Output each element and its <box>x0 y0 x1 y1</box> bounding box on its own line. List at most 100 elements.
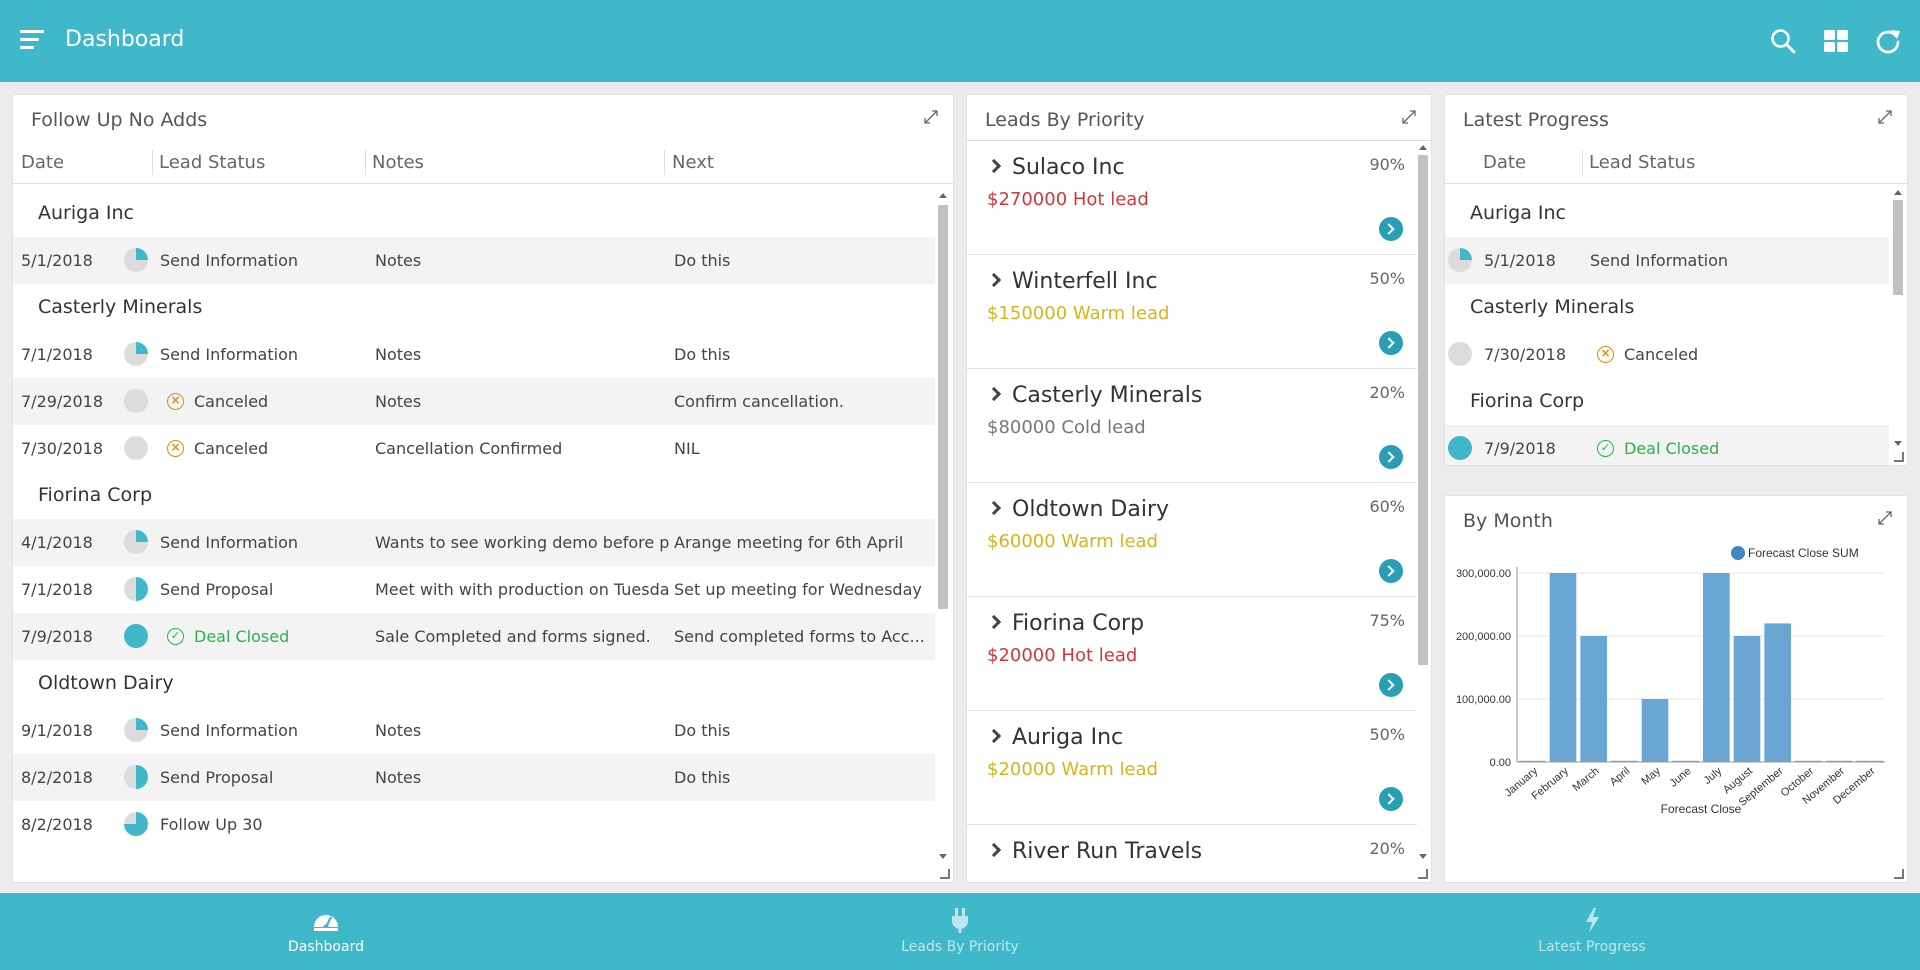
scroll-up-arrow[interactable] <box>1894 190 1902 195</box>
scrollbar[interactable] <box>1416 141 1430 864</box>
nav-tab-dashboard[interactable]: Dashboard <box>6 893 646 970</box>
table-row[interactable]: 7/9/2018 ✓ Deal Closed <box>1445 425 1889 465</box>
column-header-lead-status[interactable]: Lead Status <box>1589 152 1695 173</box>
scroll-down-arrow[interactable] <box>1894 441 1902 446</box>
lead-card[interactable]: Fiorina Corp 75% $20000 Hot lead <box>967 597 1417 711</box>
scrollbar-thumb[interactable] <box>1893 200 1903 295</box>
arrow-circle-right-icon[interactable] <box>1379 559 1403 583</box>
arrow-circle-right-icon[interactable] <box>1379 445 1403 469</box>
group-name: Oldtown Dairy <box>38 672 174 694</box>
chevron-right-icon[interactable] <box>986 500 1002 516</box>
lead-name: Casterly Minerals <box>1012 383 1203 408</box>
table-row[interactable]: 5/1/2018 Send Information Notes Do this <box>13 237 935 284</box>
x-tick-label: March <box>1570 765 1601 794</box>
panel-title: Follow Up No Adds <box>31 109 208 131</box>
date-cell: 5/1/2018 <box>21 251 93 270</box>
column-header-date[interactable]: Date <box>21 152 64 173</box>
chevron-right-icon[interactable] <box>986 614 1002 630</box>
table-row[interactable]: 5/1/2018 Send Information <box>1445 237 1889 284</box>
x-tick-label: May <box>1639 765 1663 788</box>
lead-percent: 20% <box>1369 383 1405 402</box>
column-header-notes[interactable]: Notes <box>372 152 424 173</box>
chevron-right-icon[interactable] <box>986 158 1002 174</box>
lead-percent: 75% <box>1369 611 1405 630</box>
bar-january <box>1519 760 1546 762</box>
date-cell: 7/9/2018 <box>1484 439 1556 458</box>
table-row[interactable]: 7/1/2018 Send Information Notes Do this <box>13 331 935 378</box>
scrollbar[interactable] <box>936 189 950 864</box>
nav-tab-latest-progress[interactable]: Latest Progress <box>1272 893 1912 970</box>
chevron-right-icon[interactable] <box>986 728 1002 744</box>
resize-handle[interactable] <box>1418 869 1428 879</box>
lead-status-cell: Canceled <box>1624 345 1699 364</box>
column-header-date[interactable]: Date <box>1483 152 1526 173</box>
arrow-circle-right-icon[interactable] <box>1379 673 1403 697</box>
expand-icon[interactable] <box>921 107 941 127</box>
nav-tab-leads-by-priority[interactable]: Leads By Priority <box>640 893 1280 970</box>
progress-pie-icon <box>124 530 148 554</box>
x-tick-label: April <box>1608 765 1633 788</box>
y-tick-label: 200,000.00 <box>1456 631 1511 643</box>
date-cell: 9/1/2018 <box>21 721 93 740</box>
check-circle-icon: ✓ <box>1597 440 1614 457</box>
table-row[interactable]: 7/29/2018 × Canceled Notes Confirm cancellat… <box>13 378 935 425</box>
scrollbar-thumb[interactable] <box>938 205 948 609</box>
date-cell: 7/1/2018 <box>21 345 93 364</box>
arrow-circle-right-icon[interactable] <box>1379 217 1403 241</box>
progress-pie-icon <box>124 342 148 366</box>
scroll-up-arrow[interactable] <box>939 193 947 198</box>
y-tick-label: 0.00 <box>1490 757 1511 769</box>
grid-icon[interactable] <box>1822 27 1850 55</box>
lead-status-cell: Canceled <box>194 392 269 411</box>
chevron-right-icon[interactable] <box>986 272 1002 288</box>
date-cell: 7/1/2018 <box>21 580 93 599</box>
lead-percent: 20% <box>1369 839 1405 858</box>
table-row[interactable]: 9/1/2018 Send Information Notes Do this <box>13 707 935 754</box>
expand-icon[interactable] <box>1399 107 1419 127</box>
arrow-circle-right-icon[interactable] <box>1379 787 1403 811</box>
bar-october <box>1795 760 1822 762</box>
lead-card[interactable]: Auriga Inc 50% $20000 Warm lead <box>967 711 1417 825</box>
table-row[interactable]: 7/9/2018 ✓ Deal Closed Sale Completed and f… <box>13 613 935 660</box>
date-cell: 8/2/2018 <box>21 768 93 787</box>
scroll-down-arrow[interactable] <box>939 854 947 859</box>
scrollbar-thumb[interactable] <box>1418 155 1428 665</box>
refresh-icon[interactable] <box>1874 27 1902 55</box>
expand-icon[interactable] <box>1875 508 1895 528</box>
resize-handle[interactable] <box>1894 869 1904 879</box>
bar-may <box>1641 699 1669 762</box>
group-header: Casterly Minerals <box>1445 284 1889 331</box>
lead-card[interactable]: Oldtown Dairy 60% $60000 Warm lead <box>967 483 1417 597</box>
table-row[interactable]: 4/1/2018 Send Information Wants to see wor… <box>13 519 935 566</box>
search-icon[interactable] <box>1769 27 1797 55</box>
lead-card[interactable]: Casterly Minerals 20% $80000 Cold lead <box>967 369 1417 483</box>
next-cell: Do this <box>674 251 731 270</box>
canceled-icon: × <box>1597 346 1614 363</box>
table-row[interactable]: 7/30/2018 × Canceled <box>1445 331 1889 378</box>
arrow-circle-right-icon[interactable] <box>1379 331 1403 355</box>
table-row[interactable]: 8/2/2018 Send Proposal Notes Do this <box>13 754 935 801</box>
column-header-next[interactable]: Next <box>672 152 714 173</box>
lead-card[interactable]: River Run Travels 20% <box>967 825 1417 882</box>
scroll-up-arrow[interactable] <box>1419 145 1427 150</box>
scroll-down-arrow[interactable] <box>1419 854 1427 859</box>
lead-percent: 50% <box>1369 725 1405 744</box>
chevron-right-icon[interactable] <box>986 842 1002 858</box>
column-header-lead-status[interactable]: Lead Status <box>159 152 265 173</box>
table-row[interactable]: 7/1/2018 Send Proposal Meet with with prod… <box>13 566 935 613</box>
top-app-bar: Dashboard <box>0 0 1920 82</box>
lead-card[interactable]: Winterfell Inc 50% $150000 Warm lead <box>967 255 1417 369</box>
lead-value: $60000 Warm lead <box>987 531 1158 552</box>
scrollbar[interactable] <box>1891 186 1905 452</box>
resize-handle[interactable] <box>940 869 950 879</box>
date-cell: 7/9/2018 <box>21 627 93 646</box>
table-row[interactable]: 8/2/2018 Follow Up 30 <box>13 801 935 848</box>
chevron-right-icon[interactable] <box>986 386 1002 402</box>
group-header: Auriga Inc <box>1445 190 1889 237</box>
resize-handle[interactable] <box>1894 452 1904 462</box>
group-header: Fiorina Corp <box>13 472 935 519</box>
table-row[interactable]: 7/30/2018 × Canceled Cancellation Confirmed… <box>13 425 935 472</box>
menu-icon[interactable] <box>20 30 46 52</box>
lead-card[interactable]: Sulaco Inc 90% $270000 Hot lead <box>967 141 1417 255</box>
expand-icon[interactable] <box>1875 107 1895 127</box>
